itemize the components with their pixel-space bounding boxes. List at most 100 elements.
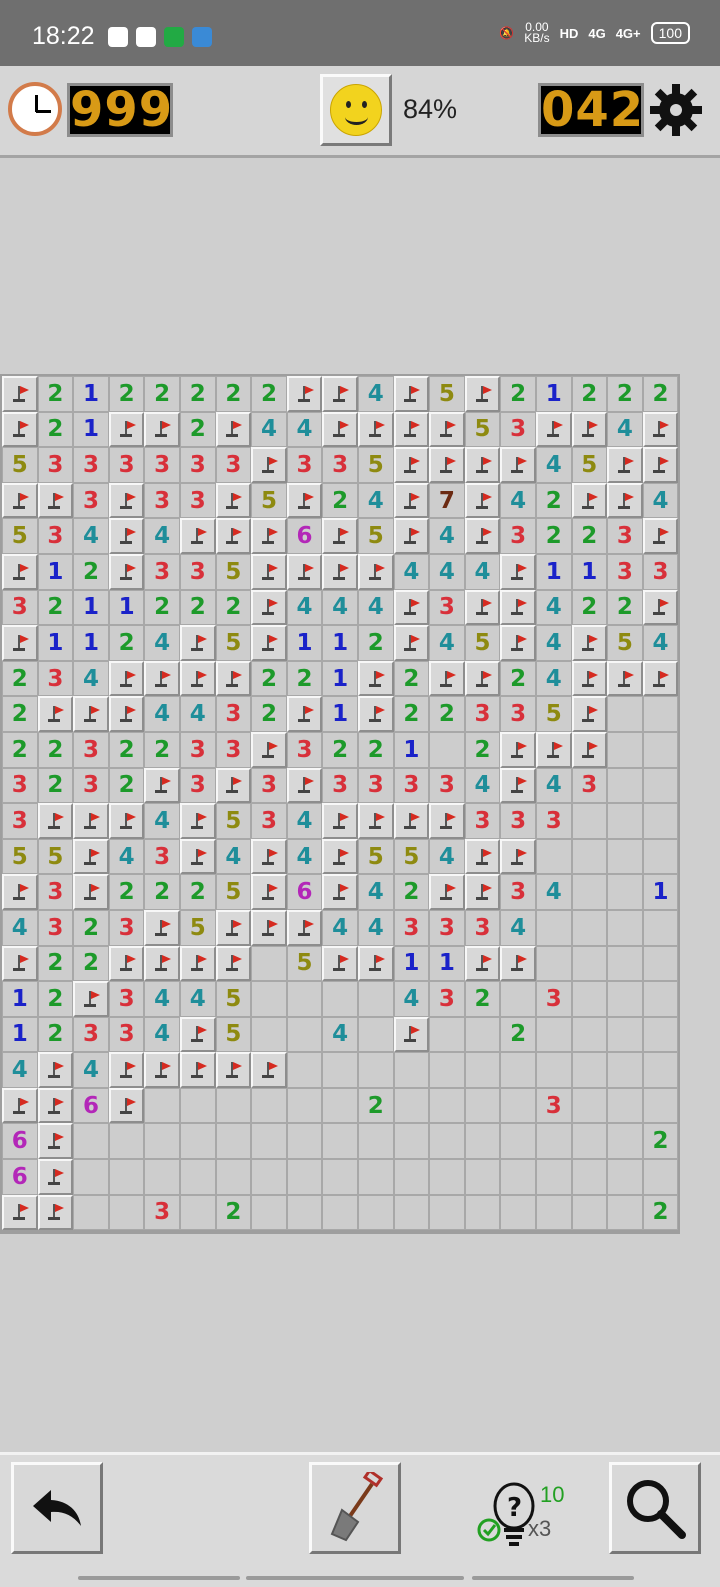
empty-cell[interactable] [607, 1194, 643, 1231]
flagged-cell[interactable] [2, 1194, 38, 1231]
flagged-cell[interactable] [286, 696, 323, 732]
number-cell[interactable]: 3 [215, 447, 252, 483]
empty-cell[interactable] [251, 945, 287, 982]
flagged-cell[interactable] [571, 660, 608, 697]
number-cell[interactable]: 2 [179, 874, 216, 910]
zoom-button[interactable] [609, 1462, 701, 1554]
new-game-smiley-button[interactable] [320, 74, 392, 146]
number-cell[interactable]: 2 [357, 1087, 394, 1124]
number-cell[interactable]: 1 [2, 981, 38, 1017]
empty-cell[interactable] [144, 1123, 180, 1160]
flagged-cell[interactable] [393, 482, 430, 519]
number-cell[interactable]: 2 [535, 518, 572, 554]
flagged-cell[interactable] [322, 518, 358, 554]
empty-cell[interactable] [464, 1123, 501, 1160]
flagged-cell[interactable] [429, 447, 465, 483]
number-cell[interactable]: 3 [535, 1087, 572, 1124]
empty-cell[interactable] [286, 1052, 323, 1088]
flagged-cell[interactable] [179, 838, 216, 875]
number-cell[interactable]: 2 [500, 376, 536, 412]
empty-cell[interactable] [286, 1159, 323, 1195]
number-cell[interactable]: 4 [429, 625, 465, 661]
flagged-cell[interactable] [464, 838, 501, 875]
number-cell[interactable]: 2 [571, 376, 608, 412]
empty-cell[interactable] [642, 981, 679, 1017]
flagged-cell[interactable] [642, 660, 679, 697]
flagged-cell[interactable] [215, 411, 252, 448]
flagged-cell[interactable] [464, 376, 501, 412]
empty-cell[interactable] [286, 981, 323, 1017]
number-cell[interactable]: 3 [73, 731, 109, 768]
number-cell[interactable]: 4 [322, 909, 358, 946]
number-cell[interactable]: 2 [108, 731, 145, 768]
flagged-cell[interactable] [642, 447, 679, 483]
number-cell[interactable]: 2 [108, 767, 145, 804]
flagged-cell[interactable] [322, 945, 358, 982]
number-cell[interactable]: 1 [535, 553, 572, 590]
flagged-cell[interactable] [500, 447, 536, 483]
number-cell[interactable]: 5 [571, 447, 608, 483]
empty-cell[interactable] [251, 1159, 287, 1195]
number-cell[interactable]: 3 [322, 767, 358, 804]
number-cell[interactable]: 4 [286, 589, 323, 626]
number-cell[interactable]: 1 [322, 696, 358, 732]
number-cell[interactable]: 3 [179, 731, 216, 768]
flagged-cell[interactable] [251, 1052, 287, 1088]
flagged-cell[interactable] [571, 731, 608, 768]
number-cell[interactable]: 2 [500, 1016, 536, 1053]
number-cell[interactable]: 3 [500, 518, 536, 554]
number-cell[interactable]: 3 [108, 981, 145, 1017]
number-cell[interactable]: 4 [393, 553, 430, 590]
number-cell[interactable]: 5 [215, 981, 252, 1017]
empty-cell[interactable] [535, 945, 572, 982]
flagged-cell[interactable] [37, 1159, 74, 1195]
number-cell[interactable]: 3 [251, 803, 287, 839]
empty-cell[interactable] [500, 1052, 536, 1088]
flagged-cell[interactable] [357, 696, 394, 732]
flagged-cell[interactable] [642, 411, 679, 448]
flagged-cell[interactable] [357, 660, 394, 697]
flagged-cell[interactable] [179, 660, 216, 697]
number-cell[interactable]: 2 [393, 696, 430, 732]
flagged-cell[interactable] [286, 767, 323, 804]
number-cell[interactable]: 4 [357, 589, 394, 626]
number-cell[interactable]: 4 [429, 553, 465, 590]
empty-cell[interactable] [357, 1052, 394, 1088]
empty-cell[interactable] [535, 1159, 572, 1195]
empty-cell[interactable] [73, 1123, 109, 1160]
empty-cell[interactable] [571, 803, 608, 839]
flagged-cell[interactable] [108, 1052, 145, 1088]
number-cell[interactable]: 2 [642, 1123, 679, 1160]
flagged-cell[interactable] [37, 1123, 74, 1160]
number-cell[interactable]: 3 [37, 909, 74, 946]
number-cell[interactable]: 3 [37, 660, 74, 697]
empty-cell[interactable] [393, 1159, 430, 1195]
flagged-cell[interactable] [500, 838, 536, 875]
number-cell[interactable]: 1 [429, 945, 465, 982]
empty-cell[interactable] [393, 1123, 430, 1160]
number-cell[interactable]: 2 [108, 874, 145, 910]
empty-cell[interactable] [393, 1052, 430, 1088]
flagged-cell[interactable] [286, 909, 323, 946]
flagged-cell[interactable] [37, 482, 74, 519]
flagged-cell[interactable] [251, 447, 287, 483]
number-cell[interactable]: 3 [2, 803, 38, 839]
number-cell[interactable]: 3 [2, 589, 38, 626]
number-cell[interactable]: 3 [144, 482, 180, 519]
number-cell[interactable]: 4 [535, 625, 572, 661]
empty-cell[interactable] [357, 981, 394, 1017]
flagged-cell[interactable] [322, 553, 358, 590]
number-cell[interactable]: 4 [286, 803, 323, 839]
flagged-cell[interactable] [179, 803, 216, 839]
flagged-cell[interactable] [144, 411, 180, 448]
empty-cell[interactable] [251, 1087, 287, 1124]
flagged-cell[interactable] [251, 731, 287, 768]
number-cell[interactable]: 4 [322, 1016, 358, 1053]
flagged-cell[interactable] [179, 625, 216, 661]
number-cell[interactable]: 3 [179, 767, 216, 804]
flagged-cell[interactable] [393, 589, 430, 626]
empty-cell[interactable] [429, 1194, 465, 1231]
number-cell[interactable]: 3 [73, 482, 109, 519]
undo-button[interactable] [11, 1462, 103, 1554]
number-cell[interactable]: 2 [179, 589, 216, 626]
